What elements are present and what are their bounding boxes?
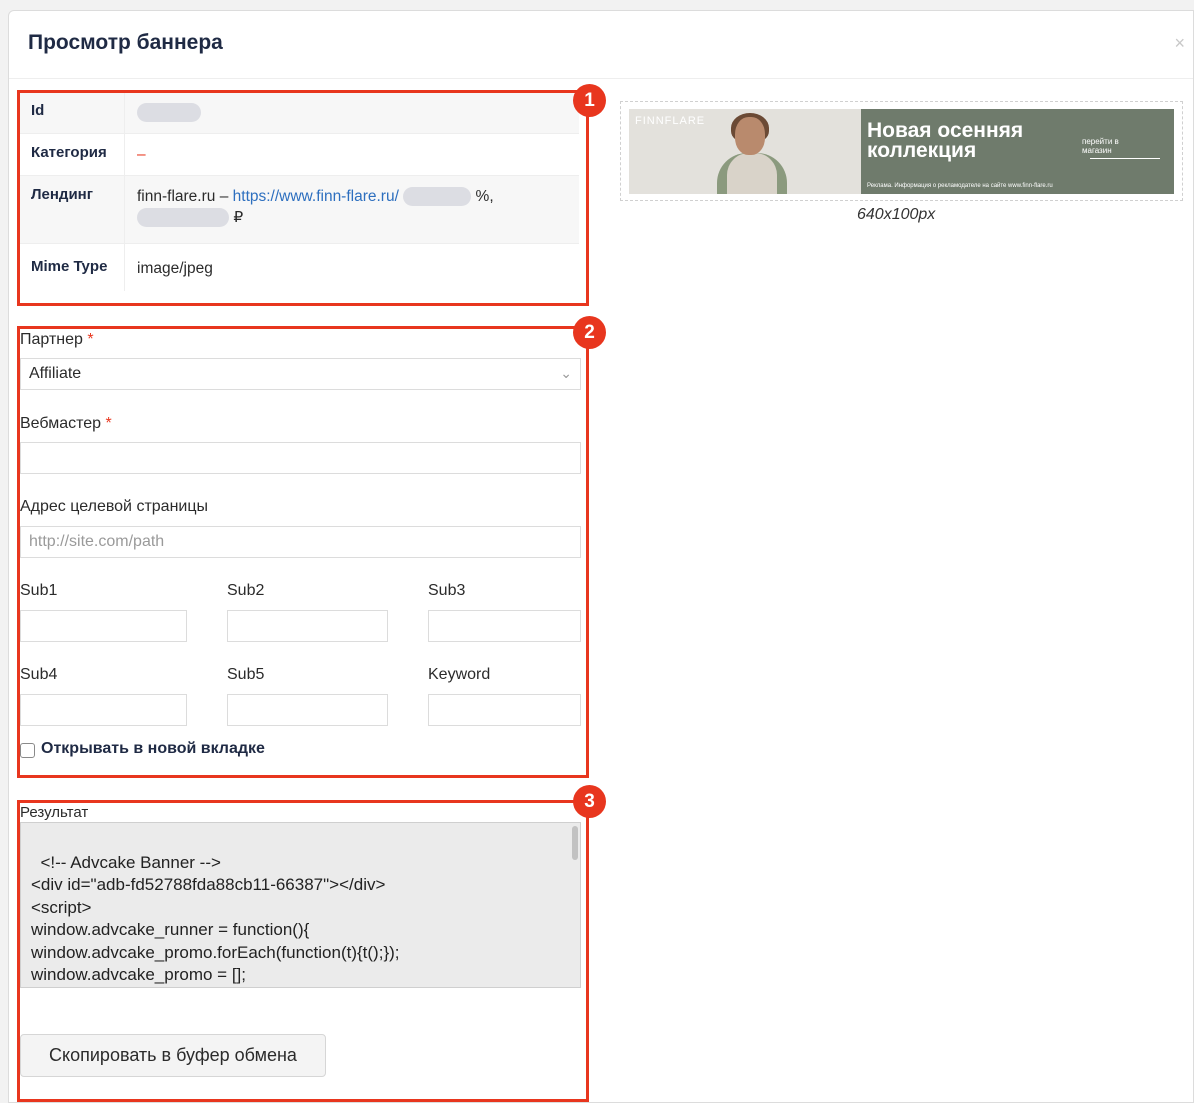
info-value: –	[137, 146, 146, 163]
result-code: <!-- Advcake Banner --> <div id="adb-fd5…	[31, 852, 400, 985]
webmaster-input[interactable]	[20, 442, 581, 474]
sub4-input[interactable]	[20, 694, 187, 726]
info-key: Id	[19, 92, 125, 133]
partner-label: Партнер *	[20, 331, 94, 349]
redacted-value	[137, 103, 201, 123]
landing-link[interactable]: https://www.finn-flare.ru/	[233, 188, 399, 205]
new-tab-checkbox[interactable]	[20, 743, 35, 758]
banner-brand: FINNFLARE	[635, 115, 706, 127]
banner-disclaimer: Реклама. Информация о рекламодателе на с…	[867, 183, 1053, 189]
sub2-input[interactable]	[227, 610, 388, 642]
info-value: image/jpeg	[137, 260, 213, 277]
info-value: finn-flare.ru – https://www.finn-flare.r…	[125, 176, 579, 243]
banner-headline: Новая осенняя коллекция	[867, 119, 1024, 162]
partner-label-text: Партнер	[20, 331, 83, 348]
banner-cta: перейти в магазин	[1082, 137, 1119, 155]
keyword-label: Keyword	[428, 666, 491, 683]
info-key: Лендинг	[19, 176, 125, 243]
modal-title: Просмотр баннера	[28, 31, 223, 54]
banner-image: FINNFLARE Новая осенняя коллекция перейт…	[629, 109, 1174, 194]
banner-preview: FINNFLARE Новая осенняя коллекция перейт…	[620, 101, 1183, 201]
banner-size-caption: 640x100px	[857, 206, 936, 223]
badge-3: 3	[573, 785, 606, 818]
required-mark: *	[105, 415, 112, 432]
model-face	[735, 117, 765, 155]
target-url-input[interactable]: http://site.com/path	[20, 526, 581, 558]
required-mark: *	[87, 331, 94, 348]
landing-currency: ₽	[233, 209, 244, 226]
badge-2: 2	[573, 316, 606, 349]
info-row-landing: Лендинг finn-flare.ru – https://www.finn…	[19, 175, 579, 243]
copy-to-clipboard-button[interactable]: Скопировать в буфер обмена	[20, 1034, 326, 1077]
keyword-input[interactable]	[428, 694, 581, 726]
info-key: Категория	[19, 134, 125, 175]
info-key: Mime Type	[19, 244, 125, 291]
target-url-label: Адрес целевой страницы	[20, 498, 208, 515]
banner-cta-line	[1090, 158, 1160, 159]
info-row-category: Категория –	[19, 133, 579, 175]
result-code-textarea[interactable]: <!-- Advcake Banner --> <div id="adb-fd5…	[20, 822, 581, 988]
target-url-placeholder: http://site.com/path	[29, 533, 165, 550]
banner-info-table: Id Категория – Лендинг finn-flare.ru – h…	[19, 92, 579, 291]
sub3-label: Sub3	[428, 582, 466, 599]
partner-select[interactable]: Affiliate ⌄	[20, 358, 581, 390]
landing-percent: %,	[475, 188, 494, 205]
chevron-down-icon: ⌄	[560, 365, 572, 381]
sub1-label: Sub1	[20, 582, 58, 599]
sub2-label: Sub2	[227, 582, 265, 599]
redacted-value	[137, 208, 229, 228]
banner-text-panel: Новая осенняя коллекция перейти в магази…	[861, 109, 1174, 194]
info-row-id: Id	[19, 92, 579, 133]
new-tab-label[interactable]: Открывать в новой вкладке	[41, 740, 265, 758]
sub5-input[interactable]	[227, 694, 388, 726]
webmaster-label: Вебмастер *	[20, 415, 112, 433]
info-row-mime: Mime Type image/jpeg	[19, 243, 579, 291]
model-vest	[727, 153, 777, 194]
result-label: Результат	[20, 804, 89, 821]
close-icon[interactable]: ×	[1174, 33, 1185, 54]
sub3-input[interactable]	[428, 610, 581, 642]
sub1-input[interactable]	[20, 610, 187, 642]
info-value	[125, 92, 579, 133]
partner-selected-value: Affiliate	[29, 365, 82, 382]
sub4-label: Sub4	[20, 666, 58, 683]
landing-domain: finn-flare.ru –	[137, 188, 233, 205]
sub5-label: Sub5	[227, 666, 265, 683]
badge-1: 1	[573, 84, 606, 117]
webmaster-label-text: Вебмастер	[20, 415, 102, 432]
scrollbar[interactable]	[572, 826, 578, 860]
modal-header: Просмотр баннера ×	[9, 11, 1193, 79]
redacted-value	[403, 187, 472, 207]
banner-photo: FINNFLARE	[629, 109, 861, 194]
